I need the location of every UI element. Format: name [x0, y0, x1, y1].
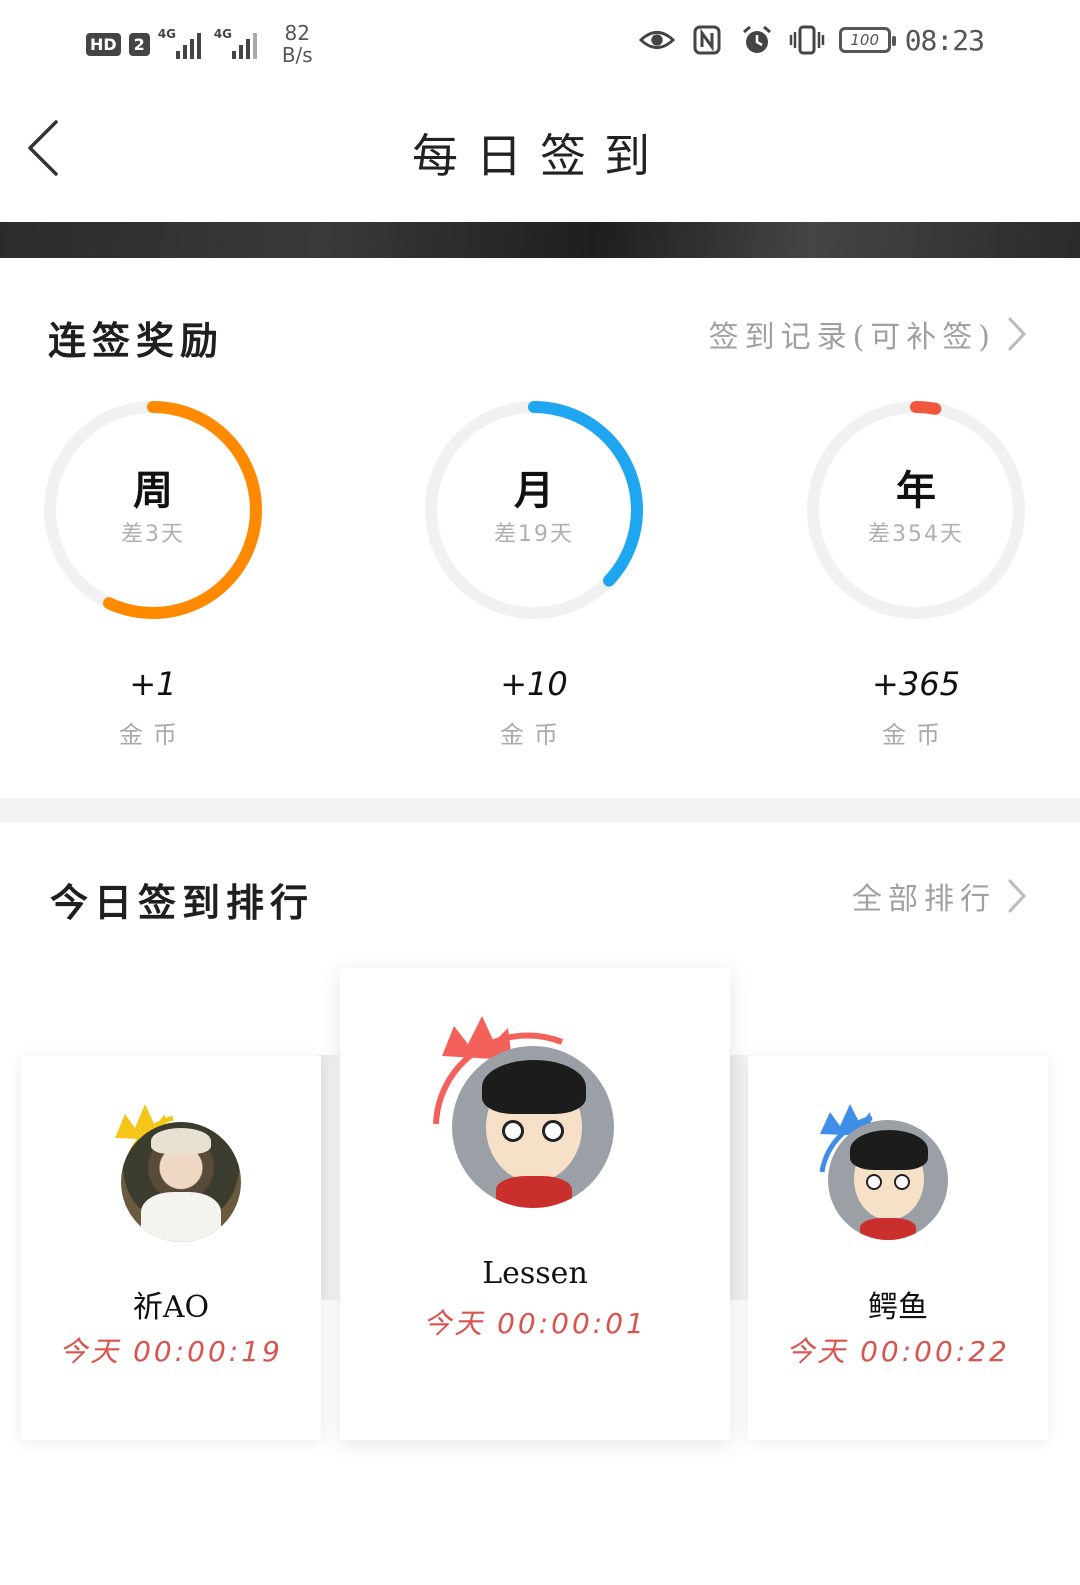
rank-checkin-time: 今天 00:00:22 [786, 1335, 1010, 1368]
year-reward-unit: 金币 [882, 721, 950, 749]
page-title: 每日签到 [412, 129, 668, 183]
week-reward: +1 金币 [43, 665, 263, 750]
all-ranking-link[interactable]: 全部排行 [852, 874, 1028, 918]
rank-checkin-time: 今天 00:00:19 [59, 1335, 283, 1368]
year-reward: +365 金币 [806, 665, 1026, 750]
sim-badge: 2 [128, 32, 150, 56]
month-reward-unit: 金币 [500, 721, 568, 749]
hd-badge: HD [86, 32, 121, 56]
rank-card-third[interactable]: 鳄鱼 今天 00:00:22 [748, 1056, 1048, 1440]
nfc-icon [689, 22, 725, 58]
month-label: 月 [514, 467, 554, 514]
rank-checkin-time: 今天 00:00:01 [423, 1307, 647, 1340]
year-reward-amount: +365 [872, 665, 960, 703]
month-remaining: 差19天 [494, 522, 574, 547]
signal-icon: 4G [214, 27, 262, 61]
week-label: 周 [133, 467, 173, 514]
signal-icon: 4G [158, 27, 206, 61]
rank-card-first[interactable]: Lessen 今天 00:00:01 [340, 968, 730, 1440]
network-type: 4G [157, 27, 177, 41]
year-remaining: 差354天 [868, 522, 964, 547]
week-reward-unit: 金币 [119, 721, 187, 749]
banner-image [0, 222, 1080, 258]
network-speed-value: 82 [284, 21, 310, 45]
year-progress-ring[interactable]: 年 差354天 [806, 400, 1026, 620]
month-reward: +10 金币 [424, 665, 644, 750]
rank-user-name: 鳄鱼 [868, 1290, 928, 1325]
user-avatar[interactable] [828, 1120, 948, 1240]
card-shadow [318, 1055, 342, 1300]
week-progress-ring[interactable]: 周 差3天 [43, 400, 263, 620]
top-bar: 每日签到 [0, 80, 1080, 222]
chevron-right-icon [1008, 879, 1027, 913]
vibrate-icon [789, 22, 825, 58]
rank-card-second[interactable]: 祈AO 今天 00:00:19 [21, 1056, 321, 1440]
user-avatar[interactable] [121, 1122, 241, 1242]
checkin-history-label: 签到记录(可补签) [708, 320, 996, 355]
section-divider [0, 798, 1080, 822]
ranking-section-title: 今日签到排行 [50, 880, 315, 925]
network-type: 4G [213, 27, 233, 41]
network-speed-unit: B/s [281, 43, 313, 67]
chevron-right-icon [1008, 317, 1027, 351]
checkin-history-link[interactable]: 签到记录(可补签) [709, 312, 1028, 356]
clock: 08:23 [904, 23, 985, 57]
streak-section-title: 连签奖励 [48, 318, 225, 363]
eye-icon [638, 22, 675, 58]
rank-user-name: 祈AO [132, 1290, 210, 1325]
battery-icon: 100 [838, 27, 896, 53]
week-remaining: 差3天 [121, 522, 185, 547]
all-ranking-label: 全部排行 [852, 882, 996, 917]
user-avatar[interactable] [452, 1046, 614, 1208]
rank-user-name: Lessen [482, 1256, 588, 1291]
network-speed: 82 B/s [282, 22, 313, 66]
status-bar: HD 2 4G 4G 82 B/s 100 08:23 [0, 0, 1080, 80]
month-progress-ring[interactable]: 月 差19天 [424, 400, 644, 620]
alarm-icon [739, 22, 775, 58]
year-label: 年 [896, 467, 936, 514]
month-reward-amount: +10 [500, 665, 568, 703]
week-reward-amount: +1 [129, 665, 177, 703]
